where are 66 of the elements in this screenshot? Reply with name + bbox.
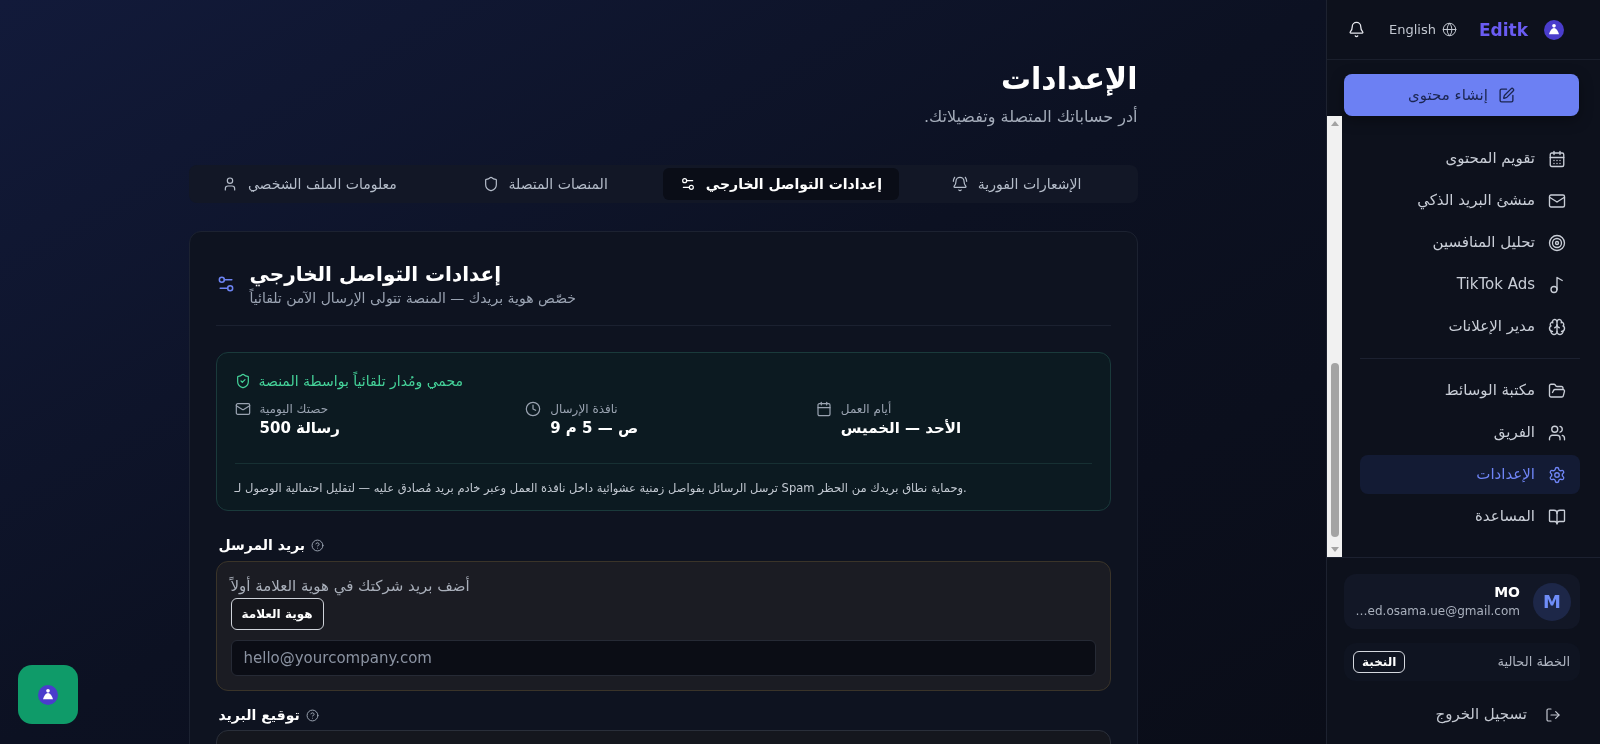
email-input[interactable]: hello@yourcompany.com bbox=[230, 640, 1096, 676]
user-name: MO bbox=[1494, 583, 1520, 602]
stat-value: 500 رسالة bbox=[259, 419, 340, 437]
calendar-icon bbox=[815, 401, 832, 417]
settings-icon bbox=[1548, 465, 1566, 484]
sidebar-item[interactable]: TikTok Ads bbox=[1360, 265, 1580, 304]
stat-label: حصتك اليومية bbox=[259, 401, 329, 417]
target-icon bbox=[1548, 233, 1566, 252]
user-card[interactable]: MO …ed.osama.ue@gmail.com M bbox=[1344, 574, 1580, 629]
globe-icon bbox=[1441, 22, 1457, 37]
sidebar-item[interactable]: تحليل المنافسين bbox=[1360, 223, 1580, 262]
sidebar-item[interactable]: الإعدادات bbox=[1360, 455, 1580, 494]
mail-icon bbox=[234, 401, 251, 417]
calendar-icon bbox=[1548, 149, 1566, 168]
shield-icon bbox=[482, 176, 499, 192]
logo-badge-icon bbox=[38, 684, 58, 705]
notice-heading: محمي ومُدار تلقائياً بواسطة المنصة bbox=[258, 371, 463, 391]
sidebar-item[interactable]: مدير الإعلانات bbox=[1360, 307, 1580, 346]
logo-badge-icon bbox=[1544, 19, 1564, 40]
language-button[interactable]: English bbox=[1389, 19, 1457, 40]
avatar: M bbox=[1533, 582, 1571, 621]
stat-label: نافذة الإرسال bbox=[550, 401, 618, 417]
tab[interactable]: إعدادات التواصل الخارجي bbox=[663, 168, 899, 200]
user-email: …ed.osama.ue@gmail.com bbox=[1355, 603, 1520, 620]
field-label: بريد المرسل bbox=[218, 537, 306, 553]
stat-value: الأحد — الخميس bbox=[840, 419, 962, 437]
edit-icon bbox=[1497, 86, 1515, 104]
clock-icon bbox=[525, 401, 542, 417]
notice-note: ترسل الرسائل بفواصل زمنية عشوائية داخل نافذة العمل وعبر خادم بريد مُصادق عليه — لتقليل احتمالية الوصول لـ Spam وحماية نطاق بريدك من الحظر. bbox=[234, 480, 968, 497]
plan-badge: النخبة bbox=[1353, 651, 1406, 673]
brain-icon bbox=[1548, 317, 1566, 336]
book-icon bbox=[1548, 507, 1566, 526]
logout-icon bbox=[1545, 706, 1561, 723]
stat-value: 9 ص — 5 م bbox=[550, 419, 639, 437]
create-content-button[interactable]: إنشاء محتوى bbox=[1344, 74, 1579, 116]
folder-icon bbox=[1548, 381, 1566, 400]
field-hint: أضف بريد شركتك في هوية العلامة أولاً bbox=[230, 576, 470, 596]
tab[interactable]: معلومات الملف الشخصي bbox=[191, 168, 428, 200]
brand-identity-button[interactable]: هوية العلامة bbox=[230, 598, 324, 630]
card-title: إعدادات التواصل الخارجي bbox=[249, 261, 502, 288]
help-icon[interactable] bbox=[311, 538, 325, 552]
mail-icon bbox=[1548, 191, 1566, 210]
stat-label: أيام العمل bbox=[840, 401, 892, 417]
page-title: الإعدادات bbox=[999, 61, 1138, 97]
sidebar-item[interactable]: الفريق bbox=[1360, 413, 1580, 452]
scrollbar-thumb[interactable] bbox=[1330, 363, 1339, 537]
music-note-icon bbox=[1548, 275, 1566, 294]
sidebar-item[interactable]: المساعدة bbox=[1360, 497, 1580, 536]
brand-logo[interactable]: Editk bbox=[1478, 18, 1528, 41]
card-subtitle: خصّص هوية بريدك — المنصة تتولى الإرسال الآمن تلقائياً bbox=[249, 288, 576, 308]
sidebar-item[interactable]: مكتبة الوسائط bbox=[1360, 371, 1580, 410]
field-label: توقيع البريد bbox=[218, 707, 300, 723]
logout-button[interactable]: تسجيل الخروج bbox=[1344, 695, 1580, 734]
page-subtitle: أدر حساباتك المتصلة وتفضيلاتك. bbox=[922, 105, 1138, 129]
shield-check-icon bbox=[234, 373, 251, 389]
floating-action-button[interactable] bbox=[18, 665, 78, 724]
plan-label: الخطة الحالية bbox=[1497, 653, 1570, 672]
sidebar-item[interactable]: منشئ البريد الذكي bbox=[1360, 181, 1580, 220]
sliders-icon bbox=[679, 176, 696, 192]
users-icon bbox=[1548, 423, 1566, 442]
bell-icon bbox=[951, 176, 968, 192]
sidebar-item[interactable]: تقويم المحتوى bbox=[1360, 139, 1580, 178]
help-icon[interactable] bbox=[305, 708, 319, 722]
notifications-bell-icon[interactable] bbox=[1348, 21, 1365, 38]
tab[interactable]: الإشعارات الفورية bbox=[898, 168, 1135, 200]
tab[interactable]: المنصات المتصلة bbox=[427, 168, 663, 200]
